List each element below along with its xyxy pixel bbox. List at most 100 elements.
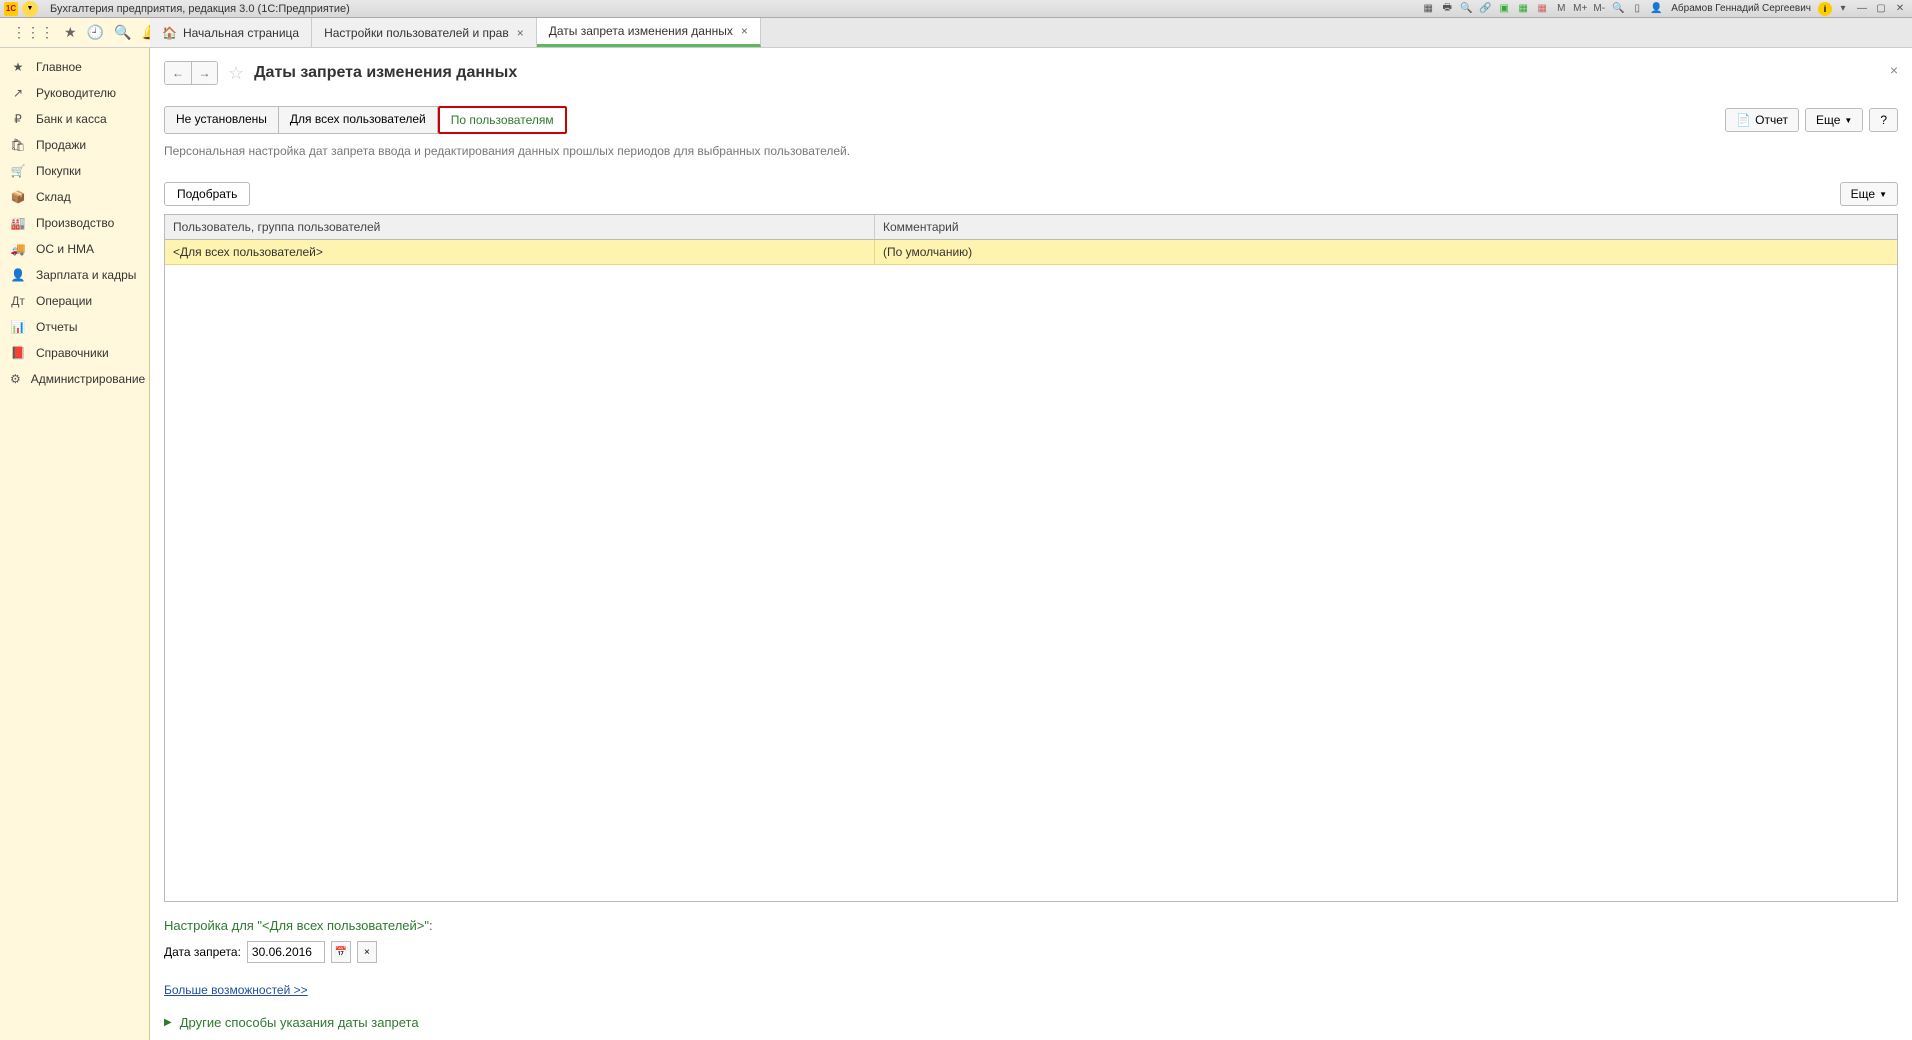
more-options-link[interactable]: Больше возможностей >> bbox=[164, 983, 308, 997]
zoom-icon[interactable]: 🔍 bbox=[1610, 1, 1626, 17]
calc-icon[interactable]: ▣ bbox=[1496, 1, 1512, 17]
mem-mminus-button[interactable]: M- bbox=[1591, 1, 1607, 17]
sidebar-label: ОС и НМА bbox=[36, 242, 94, 256]
filter-tab-by-users[interactable]: По пользователям bbox=[438, 106, 567, 134]
app-menu-dropdown[interactable]: ▼ bbox=[22, 1, 38, 17]
table-row[interactable]: <Для всех пользователей> (По умолчанию) bbox=[165, 240, 1897, 265]
sidebar-item-production[interactable]: 🏭Производство bbox=[0, 210, 149, 236]
close-tab-icon[interactable]: × bbox=[741, 24, 748, 38]
tab-home[interactable]: 🏠 Начальная страница bbox=[150, 18, 312, 47]
sidebar-item-assets[interactable]: 🚚 ОС и НМА bbox=[0, 236, 149, 262]
users-table: Пользователь, группа пользователей Комме… bbox=[164, 214, 1898, 902]
truck-icon: 🚚 bbox=[10, 242, 26, 256]
sidebar-item-directories[interactable]: 📕Справочники bbox=[0, 340, 149, 366]
sidebar-label: Банк и касса bbox=[36, 112, 107, 126]
cell-comment: (По умолчанию) bbox=[875, 240, 1897, 264]
sidebar-item-reports[interactable]: 📊Отчеты bbox=[0, 314, 149, 340]
sidebar-item-main[interactable]: ★Главное bbox=[0, 54, 149, 80]
favorites-icon[interactable]: ★ bbox=[64, 24, 77, 41]
sidebar-label: Главное bbox=[36, 60, 82, 74]
close-tab-icon[interactable]: × bbox=[517, 26, 524, 40]
calendar2-icon[interactable]: ▦ bbox=[1534, 1, 1550, 17]
document-icon: 📄 bbox=[1736, 113, 1751, 127]
apps-icon[interactable]: ⋮⋮⋮ bbox=[12, 24, 54, 41]
sidebar-item-operations[interactable]: ДтОперации bbox=[0, 288, 149, 314]
search-icon[interactable]: 🔍 bbox=[1458, 1, 1474, 17]
sidebar-item-sales[interactable]: 🛍 Продажи bbox=[0, 132, 149, 158]
box-icon: 📦 bbox=[10, 190, 26, 204]
report-button[interactable]: 📄Отчет bbox=[1725, 108, 1799, 132]
nav-forward-button[interactable]: → bbox=[191, 62, 217, 84]
chevron-down-icon: ▼ bbox=[1844, 116, 1852, 125]
titlebar: 1C ▼ Бухгалтерия предприятия, редакция 3… bbox=[0, 0, 1912, 18]
factory-icon: 🏭 bbox=[10, 216, 26, 230]
filter-row: Не установлены Для всех пользователей По… bbox=[164, 106, 1898, 134]
content-header: ← → ☆ Даты запрета изменения данных bbox=[164, 56, 1898, 90]
maximize-button[interactable]: ▢ bbox=[1873, 1, 1889, 17]
top-toolbar: ⋮⋮⋮ ★ 🕘 🔍 🔔 🏠 Начальная страница Настрой… bbox=[0, 18, 1912, 48]
ruble-icon: ₽ bbox=[10, 112, 26, 126]
link-icon[interactable]: 🔗 bbox=[1477, 1, 1493, 17]
sidebar-item-warehouse[interactable]: 📦 Склад bbox=[0, 184, 149, 210]
filter-tab-all-users[interactable]: Для всех пользователей bbox=[279, 106, 438, 134]
print-icon[interactable]: 🖶 bbox=[1439, 1, 1455, 17]
tab-label: Начальная страница bbox=[183, 26, 299, 40]
sidebar-item-hr[interactable]: 👤Зарплата и кадры bbox=[0, 262, 149, 288]
mem-m-button[interactable]: M bbox=[1553, 1, 1569, 17]
tabs-bar: 🏠 Начальная страница Настройки пользоват… bbox=[150, 18, 1912, 47]
history-icon[interactable]: 🕘 bbox=[87, 24, 104, 41]
windows-icon[interactable]: ▯ bbox=[1629, 1, 1645, 17]
sidebar-item-bank[interactable]: ₽ Банк и касса bbox=[0, 106, 149, 132]
table-body: <Для всех пользователей> (По умолчанию) bbox=[165, 240, 1897, 901]
current-user[interactable]: Абрамов Геннадий Сергеевич bbox=[1671, 3, 1811, 14]
sidebar-item-administration[interactable]: ⚙Администрирование bbox=[0, 366, 149, 392]
mem-mplus-button[interactable]: M+ bbox=[1572, 1, 1588, 17]
calendar-picker-button[interactable]: 📅 bbox=[331, 941, 351, 963]
favorite-star-icon[interactable]: ☆ bbox=[228, 63, 244, 84]
cart-icon: 🛒 bbox=[10, 164, 26, 178]
chevron-right-icon: ▶ bbox=[164, 1017, 172, 1028]
sidebar-label: Администрирование bbox=[31, 372, 145, 386]
page-description: Персональная настройка дат запрета ввода… bbox=[164, 144, 1898, 158]
close-page-button[interactable]: × bbox=[1890, 62, 1898, 78]
calendar-icon[interactable]: ▦ bbox=[1515, 1, 1531, 17]
sidebar-item-manager[interactable]: ↗ Руководителю bbox=[0, 80, 149, 106]
date-input[interactable] bbox=[247, 941, 325, 963]
toolbar-icon[interactable]: ▦ bbox=[1420, 1, 1436, 17]
arrow-icon: ↗ bbox=[10, 86, 26, 100]
dropdown-icon[interactable]: ▾ bbox=[1835, 1, 1851, 17]
column-comment[interactable]: Комментарий bbox=[875, 215, 1897, 239]
date-label: Дата запрета: bbox=[164, 945, 241, 959]
column-user[interactable]: Пользователь, группа пользователей bbox=[165, 215, 875, 239]
clear-date-button[interactable]: × bbox=[357, 941, 377, 963]
main-area: ★Главное ↗ Руководителю ₽ Банк и касса 🛍 Пр… bbox=[0, 48, 1912, 1040]
tab-date-restrictions[interactable]: Даты запрета изменения данных × bbox=[537, 18, 761, 47]
chart-icon: 📊 bbox=[10, 320, 26, 334]
info-icon[interactable]: i bbox=[1818, 2, 1832, 16]
help-button[interactable]: ? bbox=[1869, 108, 1898, 132]
table-header: Пользователь, группа пользователей Комме… bbox=[165, 215, 1897, 240]
sidebar: ★Главное ↗ Руководителю ₽ Банк и касса 🛍 Пр… bbox=[0, 48, 150, 1040]
tab-label: Даты запрета изменения данных bbox=[549, 24, 733, 38]
sidebar-label: Продажи bbox=[36, 138, 86, 152]
sidebar-item-purchases[interactable]: 🛒Покупки bbox=[0, 158, 149, 184]
dtkt-icon: Дт bbox=[10, 294, 26, 308]
sidebar-label: Зарплата и кадры bbox=[36, 268, 136, 282]
search-tool-icon[interactable]: 🔍 bbox=[114, 24, 131, 41]
content-area: × ← → ☆ Даты запрета изменения данных Не… bbox=[150, 48, 1912, 1040]
sidebar-label: Руководителю bbox=[36, 86, 116, 100]
table-more-button[interactable]: Еще▼ bbox=[1840, 182, 1898, 206]
tab-user-settings[interactable]: Настройки пользователей и прав × bbox=[312, 18, 537, 47]
minimize-button[interactable]: — bbox=[1854, 1, 1870, 17]
tab-label: Настройки пользователей и прав bbox=[324, 26, 509, 40]
other-ways-expander[interactable]: ▶ Другие способы указания даты запрета bbox=[164, 1015, 1898, 1030]
nav-back-button[interactable]: ← bbox=[165, 62, 191, 84]
filter-tab-not-set[interactable]: Не установлены bbox=[164, 106, 279, 134]
select-users-button[interactable]: Подобрать bbox=[164, 182, 250, 206]
more-button[interactable]: Еще▼ bbox=[1805, 108, 1863, 132]
sidebar-label: Склад bbox=[36, 190, 71, 204]
sidebar-label: Справочники bbox=[36, 346, 109, 360]
bottom-settings: Настройка для "<Для всех пользователей>"… bbox=[164, 902, 1898, 1040]
bag-icon: 🛍 bbox=[10, 138, 26, 152]
close-button[interactable]: ✕ bbox=[1892, 1, 1908, 17]
